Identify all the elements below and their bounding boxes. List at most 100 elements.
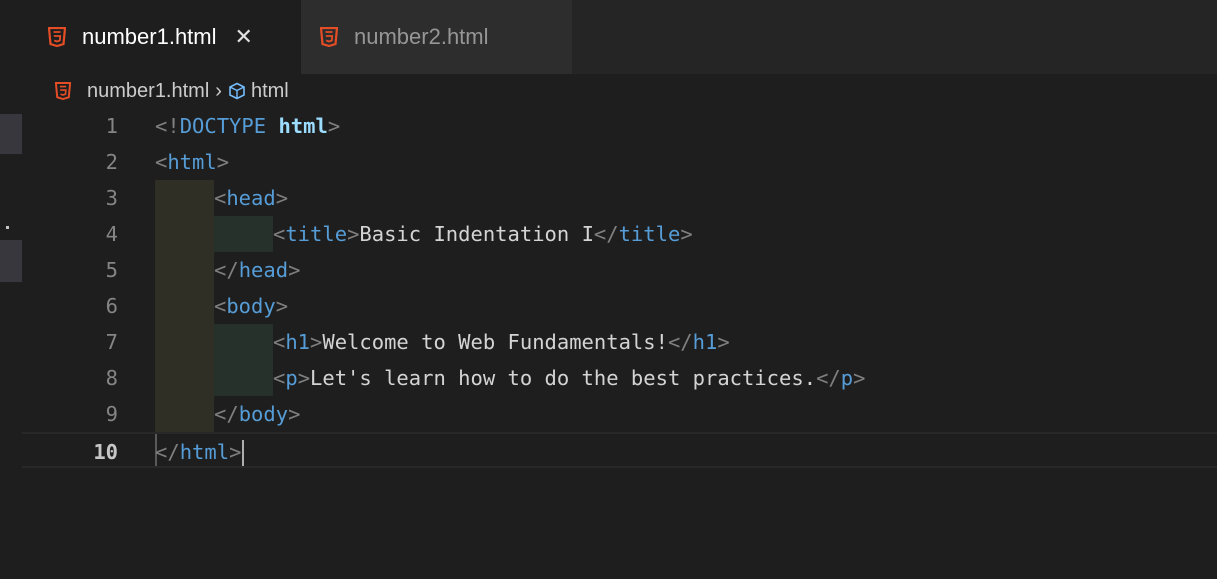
code-token: head <box>226 186 276 210</box>
code-token: < <box>273 330 286 354</box>
code-token: DOCTYPE <box>179 114 267 138</box>
code-line[interactable]: 6 <body> <box>22 288 1217 324</box>
code-text: <body> <box>214 288 288 324</box>
code-line[interactable]: 2 <html> <box>22 144 1217 180</box>
line-number: 1 <box>105 114 118 138</box>
code-text: <h1>Welcome to Web Fundamentals!</h1> <box>273 324 730 360</box>
code-token: > <box>310 330 323 354</box>
code-line[interactable]: 8 <p>Let's learn how to do the best pract… <box>22 360 1217 396</box>
tab-label: number1.html <box>82 24 217 49</box>
indent-block <box>155 252 214 288</box>
code-token: < <box>155 150 168 174</box>
code-token: > <box>288 258 301 282</box>
code-token: > <box>297 366 311 390</box>
indent-block <box>155 396 214 432</box>
indent-block <box>155 180 214 216</box>
code-token: > <box>275 186 289 210</box>
code-token: > <box>216 150 230 174</box>
code-token: </ <box>667 330 693 354</box>
code-token: html <box>179 440 230 464</box>
code-token: > <box>275 294 289 318</box>
code-token: <! <box>155 114 180 138</box>
code-line[interactable]: 4 <title>Basic Indentation I</title> <box>22 216 1217 252</box>
code-token: body <box>238 402 289 426</box>
tab-label: number2.html <box>354 24 489 49</box>
line-number: 5 <box>105 258 118 282</box>
code-token: title <box>285 222 348 246</box>
code-token: h1 <box>692 330 718 354</box>
indent-block <box>155 216 214 252</box>
breadcrumb: number1.html › html <box>22 74 1217 112</box>
code-text: <title>Basic Indentation I</title> <box>273 216 693 252</box>
activity-strip <box>0 0 22 579</box>
code-text: </head> <box>214 252 300 288</box>
tab-bar: number1.html ✕ number2.html <box>22 0 1217 74</box>
breadcrumb-symbol[interactable]: html <box>251 80 289 103</box>
code-token: > <box>717 330 730 354</box>
code-token: < <box>214 186 227 210</box>
code-token: < <box>273 222 286 246</box>
indent-block <box>214 216 273 252</box>
html5-icon <box>320 27 338 47</box>
code-line[interactable]: 7 <h1>Welcome to Web Fundamentals!</h1> <box>22 324 1217 360</box>
breadcrumb-file[interactable]: number1.html <box>87 80 209 103</box>
tab-number2-html[interactable]: number2.html <box>301 0 572 74</box>
editor-window: number1.html ✕ number2.html number1.html… <box>0 0 1217 579</box>
code-token: > <box>327 114 341 138</box>
code-token: < <box>273 366 286 390</box>
close-icon[interactable]: ✕ <box>235 24 253 50</box>
code-text: <head> <box>214 180 288 216</box>
code-token: > <box>288 402 301 426</box>
breadcrumb-separator: › <box>215 79 222 102</box>
text-cursor <box>242 440 245 466</box>
code-text: <p>Let's learn how to do the best practi… <box>273 360 865 396</box>
line-number: 4 <box>105 222 118 246</box>
code-token: > <box>680 222 693 246</box>
code-token: </ <box>155 440 180 464</box>
strip-dot <box>6 226 9 229</box>
indent-block <box>155 324 214 360</box>
code-token: </ <box>214 402 239 426</box>
code-line[interactable]: 9 </body> <box>22 396 1217 432</box>
code-token: Welcome to Web Fundamentals! <box>322 330 668 354</box>
code-editor[interactable]: 1 <!DOCTYPE html> 2 <html> 3 <head> 4 <title>Ba… <box>22 108 1217 579</box>
line-number: 8 <box>105 366 118 390</box>
line-number: 3 <box>105 186 118 210</box>
code-token: </ <box>816 366 841 390</box>
indent-block <box>155 360 214 396</box>
code-text: </html> <box>155 434 245 470</box>
cube-icon <box>228 82 246 100</box>
code-token: html <box>278 114 328 138</box>
code-line[interactable]: 5 </head> <box>22 252 1217 288</box>
code-text: </body> <box>214 396 300 432</box>
code-token: > <box>229 440 242 464</box>
code-line[interactable]: 3 <head> <box>22 180 1217 216</box>
code-token: < <box>214 294 227 318</box>
code-token: body <box>226 294 276 318</box>
html5-icon <box>48 27 66 47</box>
code-token: head <box>238 258 289 282</box>
code-line[interactable]: 1 <!DOCTYPE html> <box>22 108 1217 144</box>
indent-block <box>214 360 273 396</box>
strip-marker-bottom <box>0 240 22 282</box>
line-number: 6 <box>105 294 118 318</box>
code-text: <!DOCTYPE html> <box>155 108 340 144</box>
code-token: > <box>347 222 360 246</box>
code-token: Let's learn how to do the best practices… <box>310 366 817 390</box>
code-token: Basic Indentation I <box>359 222 594 246</box>
line-number: 7 <box>105 330 118 354</box>
code-line[interactable]: 10 </html> <box>22 432 1217 468</box>
tab-number1-html[interactable]: number1.html ✕ <box>22 0 301 74</box>
code-token: p <box>840 366 854 390</box>
html5-icon <box>55 82 71 100</box>
code-text: <html> <box>155 144 229 180</box>
strip-marker-top <box>0 114 22 154</box>
line-number: 2 <box>105 150 118 174</box>
line-number: 10 <box>93 440 118 464</box>
code-token: title <box>618 222 681 246</box>
code-token: h1 <box>285 330 311 354</box>
code-token: p <box>285 366 298 390</box>
code-token: </ <box>214 258 239 282</box>
code-token: html <box>167 150 217 174</box>
code-token: </ <box>593 222 619 246</box>
